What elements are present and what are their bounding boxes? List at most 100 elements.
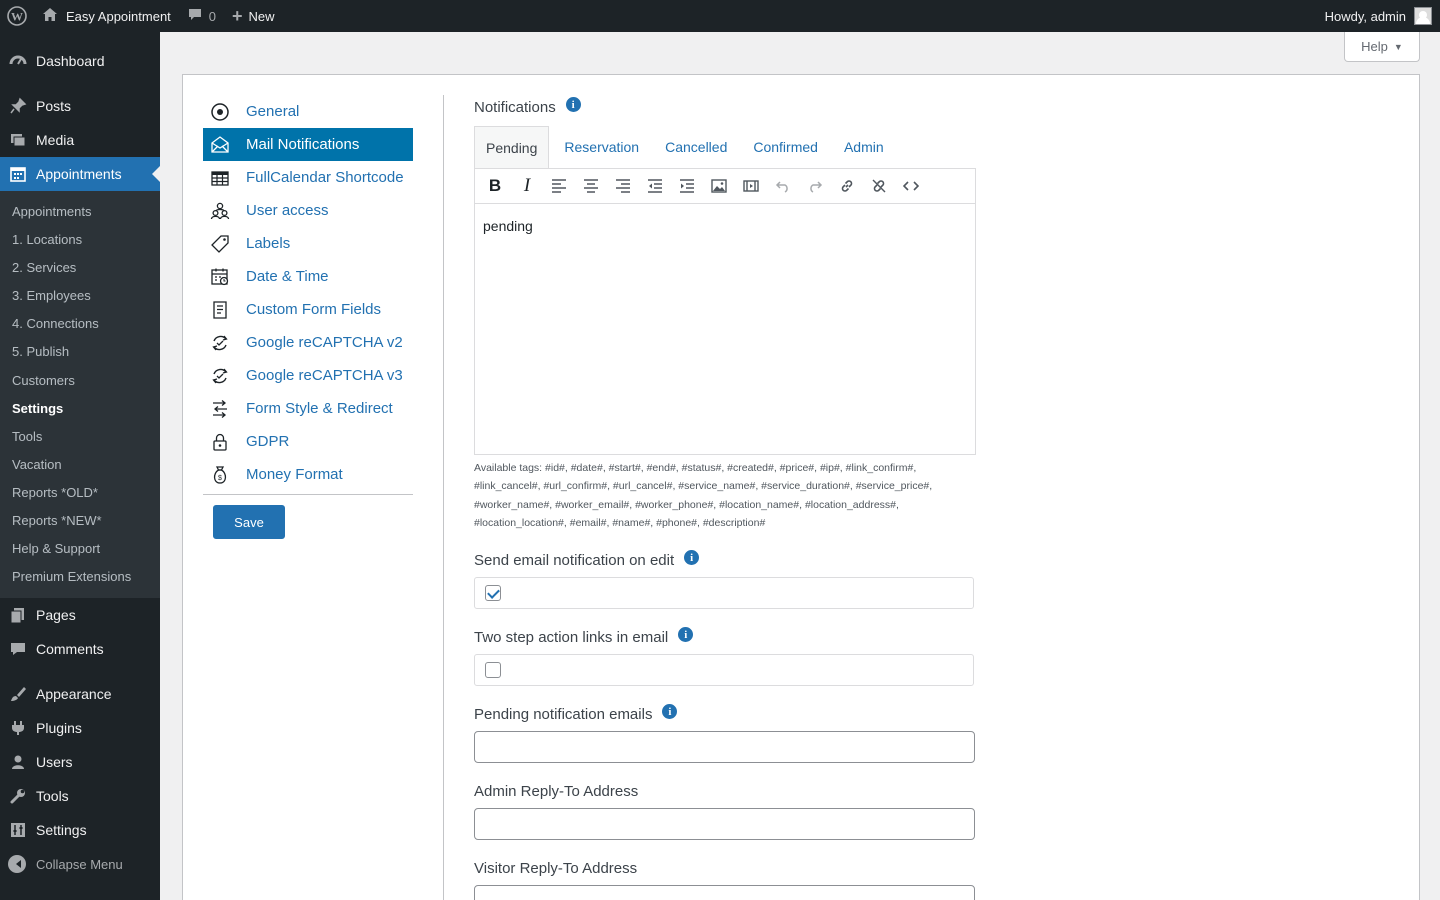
unlink-icon[interactable] [863, 172, 895, 200]
editor-content-area[interactable]: pending [475, 204, 975, 454]
nav-labels[interactable]: Labels [203, 227, 413, 260]
nav-recaptcha-v3[interactable]: Google reCAPTCHA v3 [203, 359, 413, 392]
visitor-reply-to-input[interactable] [474, 885, 975, 900]
two-step-wrapper [474, 654, 974, 687]
nav-user-access[interactable]: User access [203, 194, 413, 227]
nav-recaptcha-v2[interactable]: Google reCAPTCHA v2 [203, 326, 413, 359]
admin-bar: W Easy Appointment 0 + New Howdy, admin [0, 0, 1440, 32]
menu-label: Plugins [36, 720, 82, 737]
menu-appointments[interactable]: Appointments [0, 157, 160, 191]
help-button[interactable]: Help ▼ [1344, 32, 1420, 62]
undo-icon[interactable] [767, 172, 799, 200]
menu-dashboard[interactable]: Dashboard [0, 44, 160, 78]
visitor-reply-to-field: Visitor Reply-To Address [474, 860, 994, 900]
menu-media[interactable]: Media [0, 123, 160, 157]
submenu-appointments[interactable]: Appointments [0, 198, 160, 226]
tab-confirmed[interactable]: Confirmed [742, 126, 829, 168]
new-content-link[interactable]: + New [224, 0, 283, 32]
image-icon[interactable] [703, 172, 735, 200]
info-icon[interactable]: i [662, 704, 678, 720]
svg-text:W: W [11, 10, 23, 24]
info-icon[interactable]: i [678, 627, 694, 643]
home-icon [42, 7, 58, 25]
nav-label: User access [246, 202, 329, 219]
submenu-settings[interactable]: Settings [0, 395, 160, 423]
wordpress-logo-icon[interactable]: W [0, 0, 34, 32]
submenu-reports-old[interactable]: Reports *OLD* [0, 479, 160, 507]
visitor-reply-to-label: Visitor Reply-To Address [474, 860, 638, 878]
submenu-customers[interactable]: Customers [0, 367, 160, 395]
redo-icon[interactable] [799, 172, 831, 200]
menu-posts[interactable]: Posts [0, 89, 160, 123]
admin-reply-to-label: Admin Reply-To Address [474, 783, 639, 801]
my-account-link[interactable]: Howdy, admin [1317, 0, 1440, 32]
nav-gdpr[interactable]: GDPR [203, 425, 413, 458]
send-on-edit-field: Send email notification on edit i [474, 550, 994, 610]
field-label: Two step action links in email i [474, 627, 994, 646]
tab-admin[interactable]: Admin [833, 126, 895, 168]
two-step-checkbox[interactable] [485, 662, 501, 679]
menu-appearance[interactable]: Appearance [0, 677, 160, 711]
collapse-label: Collapse Menu [36, 856, 123, 872]
outdent-icon[interactable] [639, 172, 671, 200]
redirect-icon [209, 398, 231, 420]
link-icon[interactable] [831, 172, 863, 200]
wrench-icon [8, 786, 28, 806]
nav-form-style-redirect[interactable]: Form Style & Redirect [203, 392, 413, 425]
align-left-icon[interactable] [543, 172, 575, 200]
submenu-connections[interactable]: 4. Connections [0, 310, 160, 338]
tab-pending[interactable]: Pending [474, 126, 550, 168]
code-icon[interactable] [895, 172, 927, 200]
nav-general[interactable]: General [203, 95, 413, 128]
info-icon[interactable]: i [565, 97, 581, 112]
tab-cancelled[interactable]: Cancelled [654, 126, 738, 168]
info-icon[interactable]: i [684, 550, 700, 566]
submenu-employees[interactable]: 3. Employees [0, 282, 160, 310]
nav-date-time[interactable]: Date & Time [203, 260, 413, 293]
admin-reply-to-input[interactable] [474, 808, 975, 841]
tab-reservation[interactable]: Reservation [553, 126, 650, 168]
menu-pages[interactable]: Pages [0, 598, 160, 632]
form-icon [209, 299, 231, 321]
collapse-menu-button[interactable]: Collapse Menu [0, 847, 160, 881]
send-on-edit-checkbox[interactable] [485, 585, 501, 602]
comments-icon [8, 639, 28, 659]
menu-label: Pages [36, 607, 76, 624]
submenu-locations[interactable]: 1. Locations [0, 226, 160, 254]
submenu-premium-extensions[interactable]: Premium Extensions [0, 563, 160, 591]
nav-custom-form-fields[interactable]: Custom Form Fields [203, 293, 413, 326]
brush-icon [8, 684, 28, 704]
bold-icon[interactable]: B [479, 172, 511, 200]
nav-label: Money Format [246, 466, 343, 483]
pending-emails-label: Pending notification emails [474, 706, 653, 724]
italic-icon[interactable]: I [511, 172, 543, 200]
menu-users[interactable]: Users [0, 745, 160, 779]
nav-mail-notifications[interactable]: Mail Notifications [203, 128, 413, 161]
menu-tools[interactable]: Tools [0, 779, 160, 813]
indent-icon[interactable] [671, 172, 703, 200]
pending-emails-input[interactable] [474, 731, 975, 764]
submenu-help-support[interactable]: Help & Support [0, 535, 160, 563]
menu-plugins[interactable]: Plugins [0, 711, 160, 745]
submenu-reports-new[interactable]: Reports *NEW* [0, 507, 160, 535]
save-button[interactable]: Save [213, 505, 285, 539]
editor-text: pending [483, 218, 533, 234]
nav-money-format[interactable]: $ Money Format [203, 458, 413, 491]
align-right-icon[interactable] [607, 172, 639, 200]
submenu-services[interactable]: 2. Services [0, 254, 160, 282]
submenu-vacation[interactable]: Vacation [0, 451, 160, 479]
align-center-icon[interactable] [575, 172, 607, 200]
notifications-heading: Notifications i [474, 97, 994, 116]
menu-comments[interactable]: Comments [0, 632, 160, 666]
settings-panel: General Mail Notifications FullCalendar … [182, 74, 1420, 900]
submenu-tools[interactable]: Tools [0, 423, 160, 451]
plugin-icon [8, 718, 28, 738]
vertical-divider [443, 95, 444, 900]
menu-settings[interactable]: Settings [0, 813, 160, 847]
tag-icon [209, 233, 231, 255]
site-name-link[interactable]: Easy Appointment [34, 0, 179, 32]
submenu-publish[interactable]: 5. Publish [0, 338, 160, 366]
media-icon[interactable] [735, 172, 767, 200]
comments-link[interactable]: 0 [179, 0, 224, 32]
nav-fullcalendar-shortcode[interactable]: FullCalendar Shortcode [203, 161, 413, 194]
